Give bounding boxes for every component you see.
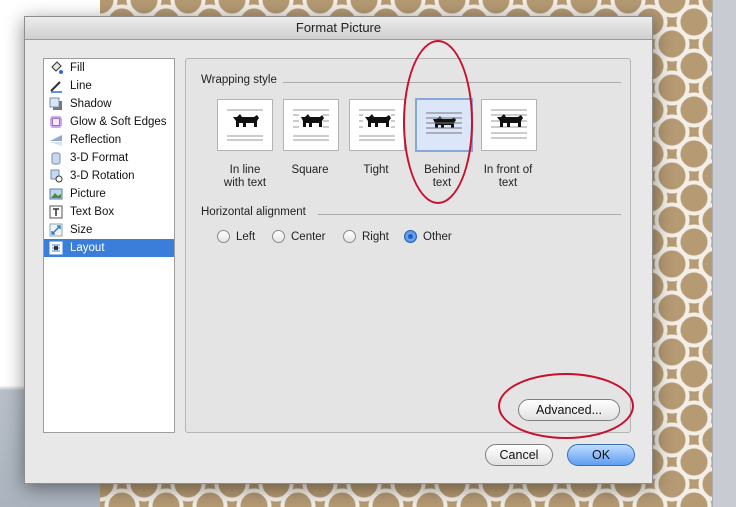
sidebar-item-label: Reflection (70, 134, 122, 146)
cancel-button[interactable]: Cancel (485, 444, 553, 466)
format-picture-dialog: Format Picture Fill Line Shadow Glow & S… (24, 16, 653, 484)
wrap-behind-text-button[interactable] (415, 98, 473, 152)
layout-panel: Wrapping style In line with text Square T… (185, 58, 631, 433)
sidebar-item-label: Line (70, 80, 92, 92)
wrap-label-in-front: In front of text (483, 164, 533, 189)
text-box-icon (48, 205, 64, 219)
radio-button[interactable] (217, 230, 230, 243)
reflection-icon (48, 133, 64, 147)
wrap-inline-button[interactable] (217, 99, 273, 151)
sidebar-item-label: Layout (70, 242, 105, 254)
sidebar-item-3d-rotation[interactable]: 3-D Rotation (44, 167, 174, 185)
sidebar-item-label: Glow & Soft Edges (70, 116, 167, 128)
horizontal-alignment-heading: Horizontal alignment (201, 206, 306, 218)
sidebar-item-picture[interactable]: Picture (44, 185, 174, 203)
sidebar-item-size[interactable]: Size (44, 221, 174, 239)
layout-icon (48, 241, 64, 255)
wrap-square-button[interactable] (283, 99, 339, 151)
behind-text-icon (426, 112, 462, 134)
sidebar-item-label: Picture (70, 188, 106, 200)
inline-with-text-icon (227, 109, 263, 141)
sidebar-item-glow[interactable]: Glow & Soft Edges (44, 113, 174, 131)
sidebar-item-layout[interactable]: Layout (44, 239, 174, 257)
size-icon (48, 223, 64, 237)
glow-icon (48, 115, 64, 129)
sidebar-item-label: Text Box (70, 206, 115, 218)
divider (283, 82, 621, 83)
fill-bucket-icon (48, 61, 64, 75)
sidebar-item-text-box[interactable]: Text Box (44, 203, 174, 221)
align-left-radio[interactable]: Left (217, 230, 255, 243)
sidebar-item-line[interactable]: Line (44, 77, 174, 95)
ok-button[interactable]: OK (567, 444, 635, 466)
dialog-title: Format Picture (25, 17, 652, 40)
sidebar-item-shadow[interactable]: Shadow (44, 95, 174, 113)
radio-button[interactable] (272, 230, 285, 243)
advanced-button[interactable]: Advanced... (518, 399, 620, 421)
align-other-radio[interactable]: Other (404, 230, 452, 243)
sidebar-item-reflection[interactable]: Reflection (44, 131, 174, 149)
sidebar-item-label: 3-D Rotation (70, 170, 135, 182)
sidebar-item-label: Size (70, 224, 93, 236)
category-list: Fill Line Shadow Glow & Soft Edges Refle… (43, 58, 175, 433)
radio-button-checked[interactable] (404, 230, 417, 243)
radio-button[interactable] (343, 230, 356, 243)
divider (318, 214, 621, 215)
sidebar-item-label: Fill (70, 62, 85, 74)
wrapping-style-heading: Wrapping style (201, 74, 277, 86)
wrap-in-front-of-text-button[interactable] (481, 99, 537, 151)
square-wrap-icon (293, 109, 329, 141)
align-center-radio[interactable]: Center (272, 230, 326, 243)
window-edge-right (712, 0, 736, 507)
align-right-radio[interactable]: Right (343, 230, 389, 243)
tight-wrap-icon (359, 109, 395, 141)
wrap-tight-button[interactable] (349, 99, 405, 151)
sidebar-item-label: Shadow (70, 98, 112, 110)
line-pen-icon (48, 79, 64, 93)
shadow-icon (48, 97, 64, 111)
sidebar-item-fill[interactable]: Fill (44, 59, 174, 77)
3d-rotation-icon (48, 169, 64, 183)
sidebar-item-label: 3-D Format (70, 152, 129, 164)
picture-icon (48, 187, 64, 201)
in-front-of-text-icon (491, 109, 527, 139)
sidebar-item-3d-format[interactable]: 3-D Format (44, 149, 174, 167)
3d-format-icon (48, 151, 64, 165)
